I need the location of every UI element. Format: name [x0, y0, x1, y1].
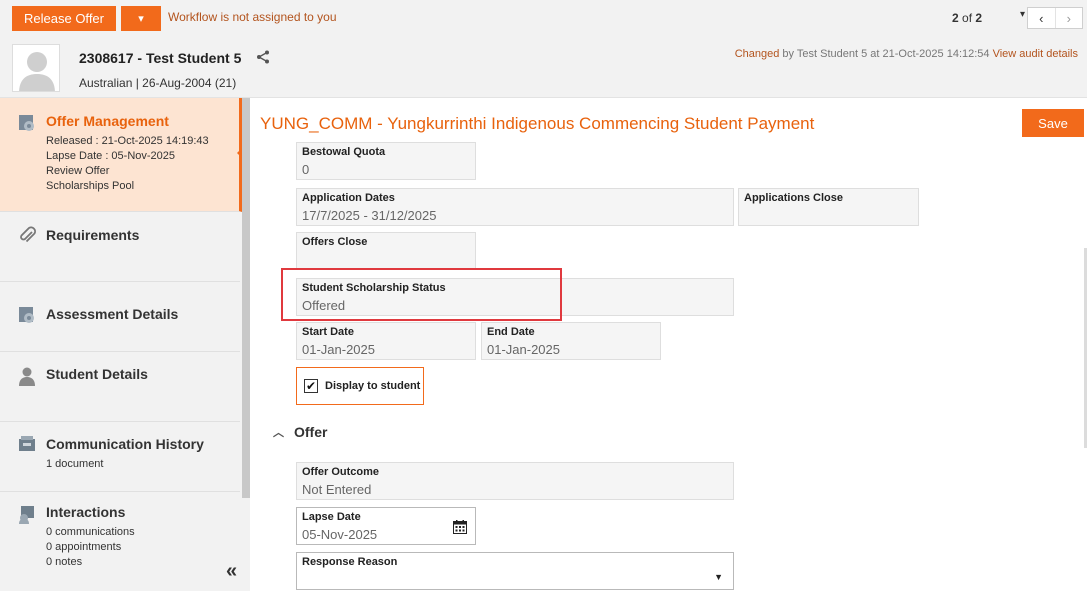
next-record-button[interactable]: › — [1054, 8, 1083, 28]
offer-section-title: Offer — [294, 424, 328, 440]
scholarships-pool-text: Scholarships Pool — [46, 180, 135, 192]
appointments-count: 0 appointments — [46, 541, 122, 553]
pager-of: of — [962, 11, 973, 25]
bestowal-quota-field: Bestowal Quota 0 — [296, 142, 476, 180]
field-label: End Date — [487, 326, 535, 338]
student-name: 2308617 - Test Student 5 — [79, 50, 242, 66]
sidebar-item-assessment-details[interactable]: Assessment Details — [0, 282, 240, 352]
save-button[interactable]: Save — [1022, 109, 1084, 137]
pager-total: 2 — [975, 11, 983, 25]
chevron-up-icon: ︿ — [273, 427, 284, 439]
student-meta: Australian | 26-Aug-2004 (21) — [79, 76, 237, 90]
avatar — [12, 44, 60, 92]
audit-info: Changed by Test Student 5 at 21-Oct-2025… — [735, 48, 1078, 60]
view-audit-details-link[interactable]: View audit details — [993, 48, 1078, 60]
pager-dropdown-icon[interactable]: ▾ — [1020, 9, 1025, 20]
audit-changed-label: Changed — [734, 48, 780, 60]
lapse-date-input[interactable]: Lapse Date 05-Nov-2025 — [296, 507, 476, 545]
paperclip-icon — [20, 226, 36, 243]
display-to-student-label: Display to student — [325, 380, 421, 392]
sidebar-item-label: Assessment Details — [46, 306, 179, 322]
annotation-highlight-box — [281, 268, 562, 321]
end-date-field: End Date 01-Jan-2025 — [481, 322, 661, 360]
avatar-placeholder-icon — [19, 52, 55, 91]
calendar-icon[interactable] — [453, 520, 467, 534]
sidebar-item-student-details[interactable]: Student Details — [0, 352, 240, 422]
start-date-field: Start Date 01-Jan-2025 — [296, 322, 476, 360]
gear-doc-icon — [19, 307, 34, 323]
sidebar-item-offer-management[interactable]: Offer Management Released : 21-Oct-2025 … — [0, 98, 242, 212]
sidebar-item-label: Offer Management — [46, 113, 169, 129]
prev-record-button[interactable]: ‹ — [1028, 8, 1055, 28]
sidebar: Offer Management Released : 21-Oct-2025 … — [0, 98, 250, 591]
applications-close-field: Applications Close — [738, 188, 919, 226]
offer-management-details: Released : 21-Oct-2025 14:19:43 Lapse Da… — [46, 134, 209, 194]
communications-count: 0 communications — [46, 526, 135, 538]
sidebar-item-communication-history[interactable]: Communication History 1 document — [0, 422, 240, 492]
top-toolbar: Release Offer ▾ Workflow is not assigned… — [0, 0, 1087, 36]
person-icon — [19, 367, 35, 386]
field-value: Not Entered — [302, 482, 372, 497]
field-label: Offers Close — [302, 236, 368, 248]
main-content: YUNG_COMM - Yungkurrinthi Indigenous Com… — [250, 98, 1087, 591]
gear-doc-icon — [19, 115, 34, 131]
sidebar-item-interactions[interactable]: Interactions 0 communications 0 appointm… — [0, 492, 240, 591]
field-label: Start Date — [302, 326, 354, 338]
pager-nav: ‹ › — [1027, 7, 1083, 29]
offers-close-field: Offers Close — [296, 232, 476, 270]
workflow-message: Workflow is not assigned to you — [168, 10, 337, 24]
sidebar-scrollbar[interactable] — [242, 98, 250, 498]
chevron-down-icon[interactable]: ▼ — [714, 572, 723, 582]
application-dates-field: Application Dates 17/7/2025 - 31/12/2025 — [296, 188, 734, 226]
sidebar-item-label: Requirements — [46, 227, 140, 243]
pager-indicator: 2 of 2 — [952, 11, 982, 25]
student-header: 2308617 - Test Student 5 Australian | 26… — [0, 36, 1087, 98]
field-label: Response Reason — [302, 556, 398, 568]
released-text: Released : 21-Oct-2025 14:19:43 — [46, 135, 209, 147]
sidebar-item-label: Interactions — [46, 504, 126, 520]
pager-current: 2 — [952, 11, 959, 25]
field-label: Offer Outcome — [302, 466, 380, 478]
lapse-date-text: Lapse Date : 05-Nov-2025 — [46, 150, 176, 162]
field-value: 01-Jan-2025 — [487, 342, 560, 357]
field-label: Application Dates — [302, 192, 395, 204]
share-icon[interactable] — [256, 50, 270, 64]
release-offer-button[interactable]: Release Offer — [12, 6, 116, 31]
inbox-icon — [19, 436, 35, 451]
communication-count: 1 document — [46, 458, 104, 470]
display-to-student-checkbox[interactable]: ✔ — [304, 379, 318, 393]
release-offer-dropdown-button[interactable]: ▾ — [121, 6, 161, 31]
field-label: Lapse Date — [302, 511, 361, 523]
field-label: Bestowal Quota — [302, 146, 386, 158]
sidebar-item-label: Student Details — [46, 366, 148, 382]
page-title: YUNG_COMM - Yungkurrinthi Indigenous Com… — [260, 114, 815, 133]
audit-by-text: by Test Student 5 at 21-Oct-2025 14:12:5… — [782, 48, 990, 60]
field-value: 0 — [302, 162, 310, 177]
sidebar-item-label: Communication History — [46, 436, 204, 452]
field-value: 17/7/2025 - 31/12/2025 — [302, 208, 437, 223]
offer-outcome-field: Offer Outcome Not Entered — [296, 462, 734, 500]
field-label: Applications Close — [744, 192, 844, 204]
interactions-details: 0 communications 0 appointments 0 notes — [46, 525, 135, 570]
interactions-icon — [19, 506, 34, 524]
collapse-sidebar-icon[interactable]: « — [226, 560, 237, 583]
sidebar-item-requirements[interactable]: Requirements — [0, 212, 240, 282]
review-offer-text: Review Offer — [46, 165, 110, 177]
response-reason-select[interactable]: Response Reason ▼ — [296, 552, 734, 590]
display-to-student-checkbox-wrap[interactable]: ✔ Display to student — [296, 367, 424, 405]
field-value: 05-Nov-2025 — [302, 527, 378, 542]
field-value: 01-Jan-2025 — [302, 342, 375, 357]
notes-count: 0 notes — [46, 556, 83, 568]
offer-section-header[interactable]: ︿ Offer — [273, 424, 327, 440]
